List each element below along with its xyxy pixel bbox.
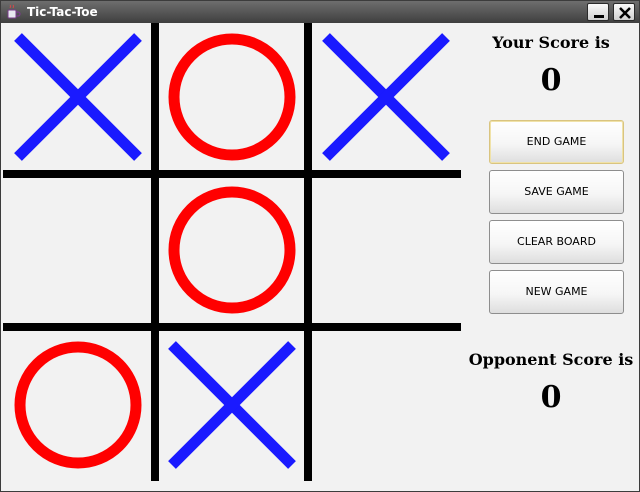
- board-cell-1-2[interactable]: [158, 23, 306, 171]
- close-button[interactable]: [613, 3, 635, 21]
- board-canvas: [3, 23, 461, 481]
- close-icon: [619, 7, 631, 19]
- window-title: Tic-Tac-Toe: [27, 5, 98, 19]
- title-bar[interactable]: Tic-Tac-Toe: [1, 1, 639, 23]
- board-cell-3-3[interactable]: [311, 329, 461, 481]
- clear-board-button[interactable]: CLEAR BOARD: [489, 220, 624, 264]
- board-cell-2-3[interactable]: [311, 176, 461, 324]
- opponent-score-value: 0: [540, 380, 562, 415]
- board-cell-2-2[interactable]: [158, 176, 306, 324]
- save-game-button[interactable]: SAVE GAME: [489, 170, 624, 214]
- end-game-button[interactable]: END GAME: [489, 120, 624, 164]
- minimize-icon: [594, 15, 604, 18]
- game-window: Tic-Tac-Toe Your Score is 0 END GAME SAV…: [0, 0, 640, 492]
- your-score-label: Your Score is: [492, 33, 610, 52]
- game-board: [3, 23, 461, 481]
- your-score-value: 0: [540, 63, 562, 98]
- board-cell-2-1[interactable]: [3, 176, 153, 324]
- minimize-button[interactable]: [587, 3, 609, 21]
- opponent-score-label: Opponent Score is: [468, 350, 634, 369]
- new-game-button[interactable]: NEW GAME: [489, 270, 624, 314]
- side-panel: Your Score is 0 END GAME SAVE GAME CLEAR…: [463, 23, 639, 491]
- app-icon: [5, 4, 21, 20]
